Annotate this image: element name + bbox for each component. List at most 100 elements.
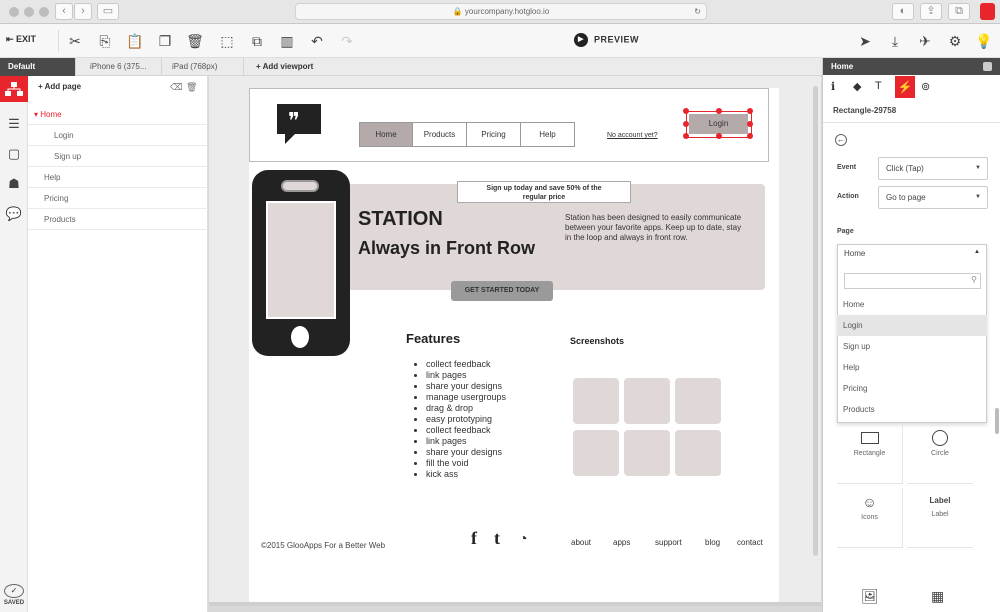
text-icon[interactable]: T (875, 80, 882, 92)
undo-icon[interactable]: ↶ (308, 32, 326, 50)
sitemap-icon[interactable] (0, 76, 28, 102)
comment-icon[interactable]: 💬 (4, 204, 24, 224)
add-viewport-button[interactable]: + Add viewport (248, 58, 368, 76)
layers-icon[interactable]: ☰ (4, 114, 24, 134)
resize-handle[interactable] (716, 133, 722, 139)
page-item-products[interactable]: Products (28, 209, 208, 230)
viewport-tab-iphone[interactable]: iPhone 6 (375... (82, 58, 162, 76)
page-option-pricing[interactable]: Pricing (837, 378, 987, 399)
page-item-pricing[interactable]: Pricing (28, 188, 208, 209)
horizontal-scrollbar[interactable] (209, 602, 821, 606)
resize-handle[interactable] (747, 121, 753, 127)
viewport-tab-default[interactable]: Default (0, 58, 76, 76)
hotgloo-extension-icon[interactable] (980, 3, 995, 20)
vertical-scrollbar[interactable] (813, 86, 818, 556)
binoculars-icon[interactable]: ⊚ (921, 80, 930, 93)
page-item-signup[interactable]: Sign up (28, 146, 208, 167)
twitter-icon[interactable]: t (494, 528, 500, 549)
paste-icon[interactable]: 📋 (126, 32, 144, 50)
redo-icon[interactable]: ↷ (338, 32, 356, 50)
screenshot-thumb[interactable] (573, 378, 619, 424)
sidebar-toggle-icon[interactable]: ▭ (97, 3, 119, 20)
screenshot-thumb[interactable] (675, 378, 721, 424)
tabs-icon[interactable]: ⧉ (948, 3, 970, 20)
page-option-login[interactable]: Login (837, 315, 987, 336)
action-select[interactable]: Go to page ▼ (878, 186, 988, 209)
navigate-icon[interactable]: ➤ (856, 32, 874, 50)
login-selection-outline[interactable]: Login (683, 108, 753, 139)
interaction-icon[interactable]: ⚡ (895, 76, 915, 98)
cut-icon[interactable]: ✂ (66, 32, 84, 50)
no-account-link[interactable]: No account yet? (607, 132, 658, 139)
screenshot-thumb[interactable] (624, 430, 670, 476)
square-icon[interactable]: ▢ (4, 144, 24, 164)
crop-icon[interactable]: ⬚ (218, 32, 236, 50)
browser-back-button[interactable]: ‹ (55, 3, 73, 20)
exit-button[interactable]: ⇤ EXIT (6, 34, 36, 45)
send-icon[interactable]: ✈ (916, 32, 934, 50)
url-bar[interactable]: 🔒 yourcompany.hotgloo.io ↻ (295, 3, 707, 20)
panel-scrollbar[interactable] (995, 408, 999, 434)
design-canvas[interactable]: ❞ Home Products Pricing Help No account … (209, 76, 821, 606)
page-option-signup[interactable]: Sign up (837, 336, 987, 357)
footer-link-blog[interactable]: blog (705, 538, 720, 547)
copy-icon[interactable]: ⎘ (96, 32, 114, 50)
viewport-tab-ipad[interactable]: iPad (768px) (164, 58, 244, 76)
export-icon[interactable]: ⤓ (886, 32, 904, 50)
screenshot-thumb[interactable] (624, 378, 670, 424)
screenshot-thumb[interactable] (675, 430, 721, 476)
fill-icon[interactable]: ◆ (853, 80, 861, 93)
duplicate-icon[interactable]: ❐ (156, 32, 174, 50)
window-zoom-dot[interactable] (39, 7, 49, 17)
resize-handle[interactable] (683, 108, 689, 114)
page-option-products[interactable]: Products (837, 399, 987, 420)
align-icon[interactable]: ▥ (278, 32, 296, 50)
back-arrow-icon[interactable]: ← (835, 134, 847, 146)
mock-login-button[interactable]: Login (689, 114, 748, 134)
window-minimize-dot[interactable] (24, 7, 34, 17)
trash-icon[interactable]: 🗑 (186, 82, 197, 93)
event-select[interactable]: Click (Tap) ▼ (878, 157, 988, 180)
mock-nav-help[interactable]: Help (520, 122, 575, 147)
phone-mockup-icon[interactable] (252, 170, 350, 356)
mockup-page[interactable]: ❞ Home Products Pricing Help No account … (249, 88, 779, 606)
lightbulb-icon[interactable]: 💡 (975, 32, 993, 50)
resize-handle[interactable] (747, 133, 753, 139)
eraser-icon[interactable]: ⌫ (170, 82, 183, 93)
footer-link-about[interactable]: about (571, 538, 591, 547)
image-icon[interactable]: 🖼 (861, 588, 879, 605)
chat-logo-icon[interactable]: ❞ (275, 102, 323, 146)
signup-banner[interactable]: Sign up today and save 50% of the regula… (457, 181, 631, 203)
privacy-icon[interactable]: ◐ (892, 3, 914, 20)
component-circle[interactable]: Circle (907, 424, 973, 484)
footer-link-apps[interactable]: apps (613, 538, 630, 547)
resize-handle[interactable] (747, 108, 753, 114)
page-option-help[interactable]: Help (837, 357, 987, 378)
info-icon[interactable]: ℹ (831, 80, 835, 93)
mock-nav-home[interactable]: Home (359, 122, 413, 147)
page-item-help[interactable]: Help (28, 167, 208, 188)
mock-nav-pricing[interactable]: Pricing (466, 122, 521, 147)
facebook-icon[interactable]: f (471, 528, 477, 549)
window-close-dot[interactable] (9, 7, 19, 17)
get-started-button[interactable]: GET STARTED TODAY (451, 281, 553, 301)
gear-icon[interactable]: ⚙ (946, 32, 964, 50)
rss-icon[interactable]: ◔ (519, 530, 527, 546)
arrange-icon[interactable]: ⧉ (248, 32, 266, 50)
component-label[interactable]: Label Label (907, 488, 973, 548)
footer-link-contact[interactable]: contact (737, 538, 763, 547)
reload-icon[interactable]: ↻ (694, 4, 701, 19)
resize-handle[interactable] (683, 121, 689, 127)
page-item-home[interactable]: ▾ Home (28, 104, 208, 125)
resize-handle[interactable] (716, 108, 722, 114)
resize-handle[interactable] (683, 133, 689, 139)
page-item-login[interactable]: Login (28, 125, 208, 146)
footer-link-support[interactable]: support (655, 538, 682, 547)
trash-icon[interactable]: 🗑 (186, 32, 204, 50)
mock-nav-products[interactable]: Products (412, 122, 467, 147)
add-page-button[interactable]: + Add page (38, 82, 81, 91)
share-icon[interactable]: ⇪ (920, 3, 942, 20)
component-rectangle[interactable]: Rectangle (837, 424, 903, 484)
table-icon[interactable]: ▦ (931, 588, 944, 605)
screenshot-thumb[interactable] (573, 430, 619, 476)
